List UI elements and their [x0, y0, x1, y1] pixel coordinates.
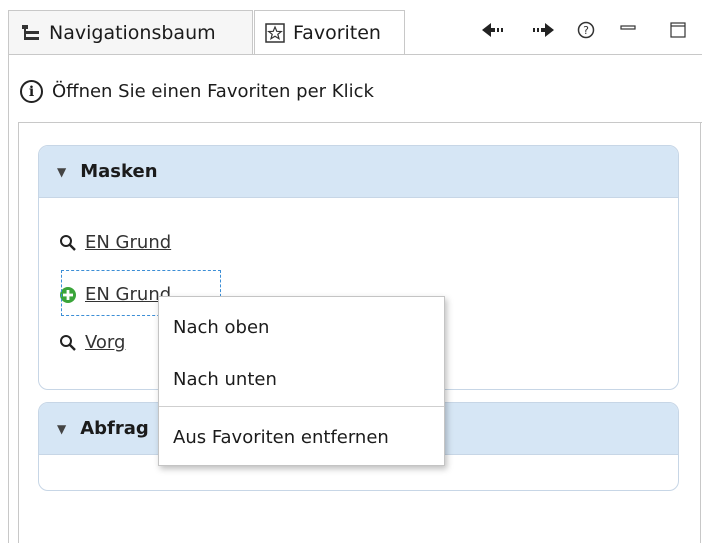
- section-title: Abfrag: [80, 418, 149, 439]
- arrow-left-icon: [482, 22, 506, 42]
- menu-item-nach-oben[interactable]: Nach oben: [173, 317, 269, 338]
- search-icon: [59, 234, 77, 252]
- tab-bar: Navigationsbaum Favoriten ?: [0, 0, 702, 54]
- help-icon: ?: [577, 21, 595, 43]
- section-title: Masken: [80, 161, 158, 182]
- favorite-link[interactable]: Vorg: [85, 332, 125, 353]
- favorite-link[interactable]: EN Grund: [85, 232, 171, 253]
- menu-item-aus-favoriten-entfernen[interactable]: Aus Favoriten entfernen: [173, 427, 389, 448]
- search-icon: [59, 334, 77, 352]
- tree-icon: [21, 24, 41, 42]
- minimize-icon: [620, 22, 636, 42]
- list-item: Vorg: [59, 332, 125, 353]
- star-icon: [265, 22, 285, 43]
- content-divider: [18, 122, 702, 123]
- section-header-masken[interactable]: ▼ Masken: [39, 146, 678, 198]
- info-hint: i Öffnen Sie einen Favoriten per Klick: [20, 80, 374, 103]
- back-button[interactable]: [480, 18, 508, 46]
- content-border-right: [700, 122, 701, 543]
- svg-text:?: ?: [583, 24, 589, 37]
- info-icon: i: [20, 80, 43, 103]
- tab-label: Favoriten: [293, 21, 381, 44]
- forward-button[interactable]: [528, 18, 556, 46]
- maximize-icon: [670, 22, 686, 42]
- list-item: EN Grund: [59, 232, 171, 253]
- arrow-right-icon: [530, 22, 554, 42]
- context-menu: Nach oben Nach unten Aus Favoriten entfe…: [158, 296, 445, 466]
- tab-label: Navigationsbaum: [49, 21, 216, 44]
- tab-favoriten[interactable]: Favoriten: [254, 10, 405, 54]
- content-border-left: [18, 122, 19, 543]
- minimize-button[interactable]: [614, 18, 642, 46]
- menu-item-nach-unten[interactable]: Nach unten: [173, 369, 277, 390]
- maximize-button[interactable]: [664, 18, 692, 46]
- triangle-down-icon: ▼: [57, 164, 67, 179]
- info-text: Öffnen Sie einen Favoriten per Klick: [52, 81, 374, 102]
- tab-navigationsbaum[interactable]: Navigationsbaum: [8, 10, 253, 54]
- triangle-down-icon: ▼: [57, 421, 67, 436]
- help-button[interactable]: ?: [572, 18, 600, 46]
- menu-separator: [159, 406, 444, 407]
